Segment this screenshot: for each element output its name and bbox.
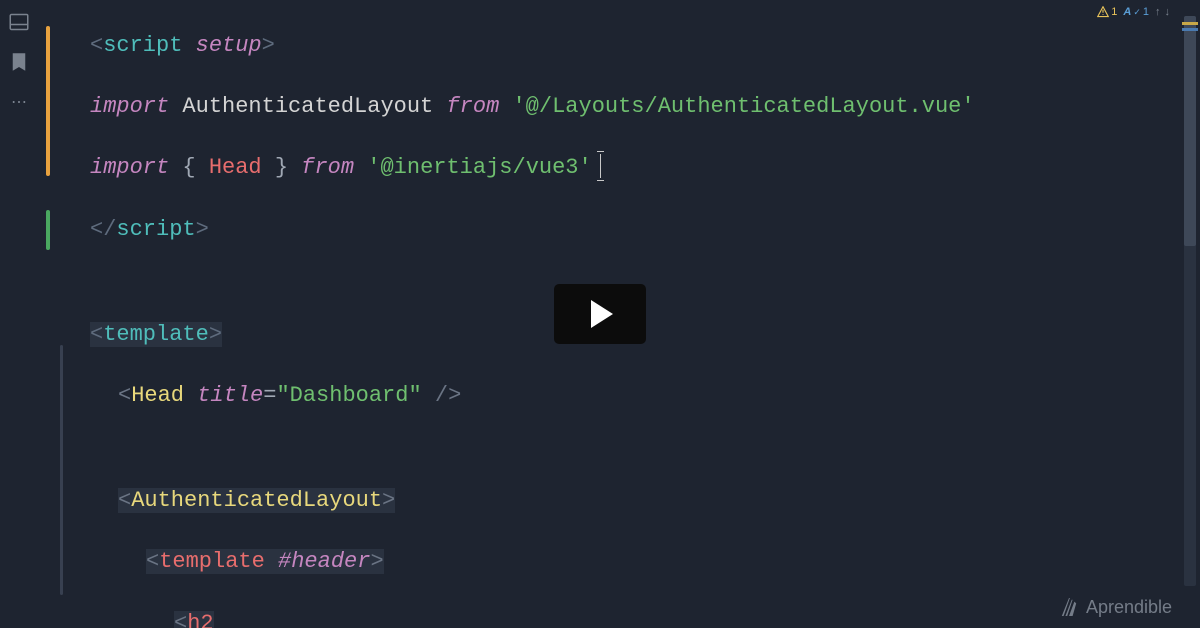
info-indicator[interactable]: A✓ 1 [1123, 6, 1149, 18]
code-line: <template #header> [90, 538, 1172, 585]
code-editor: ⋯ <script setup> import AuthenticatedLay… [0, 0, 1200, 628]
watermark: Aprendible [1060, 596, 1172, 618]
code-line: <script setup> [90, 22, 1172, 69]
overview-warning-marker [1182, 22, 1198, 25]
more-icon[interactable]: ⋯ [9, 92, 29, 112]
info-count: 1 [1143, 6, 1149, 18]
text-cursor [600, 154, 601, 178]
annotations-bar: 1 A✓ 1 ↑ ↓ [1097, 6, 1170, 18]
code-line: </script> [90, 206, 1172, 253]
arrow-up-icon[interactable]: ↑ [1155, 6, 1161, 18]
scrollbar-thumb[interactable] [1184, 16, 1196, 246]
right-rail [1172, 0, 1200, 628]
play-button[interactable] [554, 284, 646, 344]
watermark-text: Aprendible [1086, 597, 1172, 618]
gutter [38, 0, 90, 628]
warning-indicator[interactable]: 1 [1097, 6, 1117, 18]
arrow-down-icon[interactable]: ↓ [1165, 6, 1171, 18]
indent-guide [60, 345, 63, 595]
change-marker-modified [46, 26, 50, 176]
play-icon [591, 300, 613, 328]
change-marker-added [46, 210, 50, 250]
code-line: import AuthenticatedLayout from '@/Layou… [90, 83, 1172, 130]
activity-bar: ⋯ [0, 0, 38, 628]
watermark-logo-icon [1060, 596, 1078, 618]
code-line: import { Head } from '@inertiajs/vue3' [90, 144, 1172, 191]
code-line: <h2 [90, 600, 1172, 628]
nav-arrows[interactable]: ↑ ↓ [1155, 6, 1170, 18]
bookmark-icon[interactable] [9, 52, 29, 72]
code-line: <Head title="Dashboard" /> [90, 372, 1172, 419]
panel-icon[interactable] [9, 12, 29, 32]
overview-info-marker [1182, 28, 1198, 31]
warning-count: 1 [1111, 6, 1117, 18]
code-line: <AuthenticatedLayout> [90, 477, 1172, 524]
